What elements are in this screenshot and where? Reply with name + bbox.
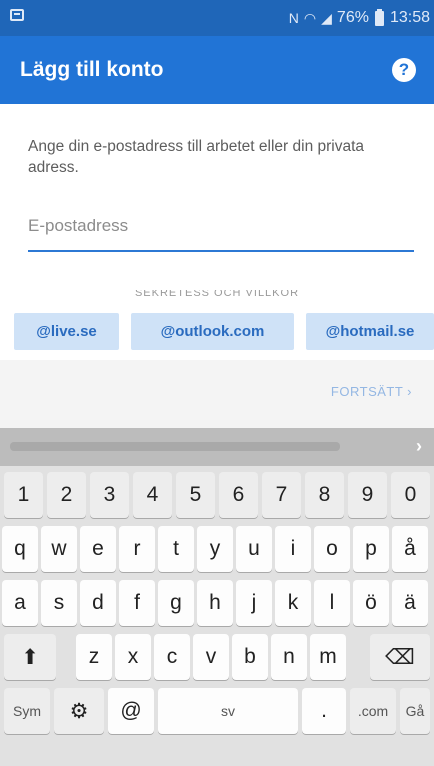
key-h[interactable]: h [197,580,233,626]
suggestion-hotmail[interactable]: @hotmail.se [306,313,434,350]
suggestion-live[interactable]: @live.se [14,313,119,350]
key-u[interactable]: u [236,526,272,572]
gallery-notification-icon [10,9,24,21]
app-bar: Lägg till konto ? [0,36,434,104]
nfc-icon: N [288,10,299,26]
continue-button[interactable]: FORTSÄTT › [331,384,412,399]
key-e[interactable]: e [80,526,116,572]
key-5[interactable]: 5 [176,472,215,518]
key-6[interactable]: 6 [219,472,258,518]
privacy-terms-link[interactable]: SEKRETESS OCH VILLKOR [0,290,434,298]
word-suggestions[interactable] [10,442,340,451]
space-key[interactable]: sv [158,688,298,734]
key-o[interactable]: o [314,526,350,572]
key-1[interactable]: 1 [4,472,43,518]
key-i[interactable]: i [275,526,311,572]
at-key[interactable]: @ [108,688,154,734]
key-s[interactable]: s [41,580,77,626]
key-k[interactable]: k [275,580,311,626]
key-8[interactable]: 8 [305,472,344,518]
privacy-terms-label: SEKRETESS OCH VILLKOR [134,290,300,298]
key-4[interactable]: 4 [133,472,172,518]
key-t[interactable]: t [158,526,194,572]
key-9[interactable]: 9 [348,472,387,518]
chevron-right-icon[interactable]: › [416,436,422,457]
key-2[interactable]: 2 [47,472,86,518]
key-d[interactable]: d [80,580,116,626]
key-ä[interactable]: ä [392,580,428,626]
status-indicators: N ◠ ◢ 76% 13:58 [289,8,430,28]
go-key[interactable]: Gå [400,688,430,734]
key-j[interactable]: j [236,580,272,626]
backspace-icon[interactable]: ⌫ [370,634,430,680]
key-0[interactable]: 0 [391,472,430,518]
sym-key[interactable]: Sym [4,688,50,734]
key-a[interactable]: a [2,580,38,626]
key-v[interactable]: v [193,634,229,680]
key-p[interactable]: p [353,526,389,572]
key-c[interactable]: c [154,634,190,680]
soft-keyboard: › 1 2 3 4 5 6 7 8 9 0 q w e r t y u i o p å a s d f g h j k l ö ä ⬆ z x c v b… [0,428,434,766]
settings-icon[interactable]: ⚙ [54,688,104,734]
battery-percent: 76% [336,9,369,26]
wifi-icon: ◠ [303,9,316,26]
key-7[interactable]: 7 [262,472,301,518]
shift-icon[interactable]: ⬆ [4,634,56,680]
com-key[interactable]: .com [350,688,396,734]
key-b[interactable]: b [232,634,268,680]
key-å[interactable]: å [392,526,428,572]
instruction-text: Ange din e-postadress till arbetet eller… [28,138,365,176]
key-r[interactable]: r [119,526,155,572]
key-g[interactable]: g [158,580,194,626]
key-x[interactable]: x [115,634,151,680]
key-f[interactable]: f [119,580,155,626]
keyboard-suggestion-bar: › [0,428,434,466]
domain-suggestions: @live.se @outlook.com @hotmail.se [0,300,434,360]
help-icon[interactable]: ? [392,58,416,82]
signal-icon: ◢ [321,9,332,26]
clock: 13:58 [389,9,430,26]
key-n[interactable]: n [271,634,307,680]
battery-icon [374,8,384,26]
key-q[interactable]: q [2,526,38,572]
key-3[interactable]: 3 [90,472,129,518]
suggestion-outlook[interactable]: @outlook.com [131,313,294,350]
period-key[interactable]: . [302,688,346,734]
key-l[interactable]: l [314,580,350,626]
continue-bar: FORTSÄTT › [0,360,434,428]
key-m[interactable]: m [310,634,346,680]
key-y[interactable]: y [197,526,233,572]
email-field[interactable] [28,208,414,252]
key-w[interactable]: w [41,526,77,572]
status-bar: N ◠ ◢ 76% 13:58 [0,0,434,36]
key-z[interactable]: z [76,634,112,680]
key-ö[interactable]: ö [353,580,389,626]
page-title: Lägg till konto [20,58,164,81]
